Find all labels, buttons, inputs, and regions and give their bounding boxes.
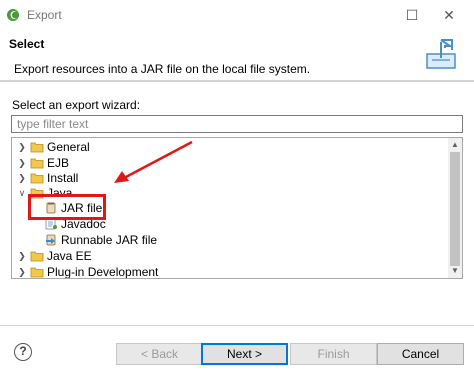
tree-item-runnable-jar-file[interactable]: Runnable JAR file xyxy=(12,232,448,248)
help-button[interactable]: ? xyxy=(14,343,32,361)
export-wizard-label: Select an export wizard: xyxy=(12,98,141,112)
chevron-right-icon[interactable]: ❯ xyxy=(17,170,27,186)
tree-item-install[interactable]: ❯ Install xyxy=(12,170,448,186)
back-button[interactable]: < Back xyxy=(116,343,203,365)
scroll-down-icon[interactable]: ▼ xyxy=(448,264,462,278)
tree-item-plug-in-development[interactable]: ❯ Plug-in Development xyxy=(12,264,448,279)
annotation-highlight-box xyxy=(28,194,106,220)
annotation-arrow-icon xyxy=(114,140,193,183)
tree-item-general[interactable]: ❯ General xyxy=(12,139,448,155)
chevron-down-icon[interactable]: ∨ xyxy=(17,185,27,201)
export-wizard-icon xyxy=(426,39,456,69)
chevron-right-icon[interactable]: ❯ xyxy=(17,155,27,171)
header-separator xyxy=(0,80,474,82)
filter-input[interactable] xyxy=(11,115,463,133)
tree-item-label: Plug-in Development xyxy=(47,265,159,279)
tree-item-label: Install xyxy=(47,171,79,185)
title-bar: Export ☐ ✕ xyxy=(0,0,474,32)
footer-separator xyxy=(0,325,474,326)
window-title: Export xyxy=(27,8,62,22)
folder-icon xyxy=(30,251,44,262)
tree-scrollbar[interactable]: ▲ ▼ xyxy=(448,138,462,278)
chevron-right-icon[interactable]: ❯ xyxy=(17,264,27,278)
folder-icon xyxy=(30,173,44,184)
tree-item-java-ee[interactable]: ❯ Java EE xyxy=(12,248,448,264)
next-button[interactable]: Next > xyxy=(201,343,288,365)
finish-button[interactable]: Finish xyxy=(290,343,377,365)
tree-item-label: Runnable JAR file xyxy=(61,233,158,247)
scroll-up-icon[interactable]: ▲ xyxy=(448,138,462,152)
scroll-thumb[interactable] xyxy=(450,152,460,266)
tree-item-label: EJB xyxy=(47,156,70,170)
folder-icon xyxy=(30,142,44,153)
tree-item-label: Java EE xyxy=(47,249,92,263)
maximize-icon[interactable]: ☐ xyxy=(400,4,424,26)
page-description: Export resources into a JAR file on the … xyxy=(14,62,311,76)
runnable-jar-icon xyxy=(46,234,56,246)
tree-item-label: General xyxy=(47,140,90,154)
close-icon[interactable]: ✕ xyxy=(437,4,461,26)
folder-icon xyxy=(30,267,44,278)
chevron-right-icon[interactable]: ❯ xyxy=(17,248,27,264)
folder-icon xyxy=(30,158,44,169)
wizard-header: Select Export resources into a JAR file … xyxy=(0,32,474,80)
page-title: Select xyxy=(9,37,45,51)
cancel-button[interactable]: Cancel xyxy=(377,343,464,365)
tree-item-ejb[interactable]: ❯ EJB xyxy=(12,155,448,171)
eclipse-app-icon xyxy=(7,9,19,21)
chevron-right-icon[interactable]: ❯ xyxy=(17,139,27,155)
